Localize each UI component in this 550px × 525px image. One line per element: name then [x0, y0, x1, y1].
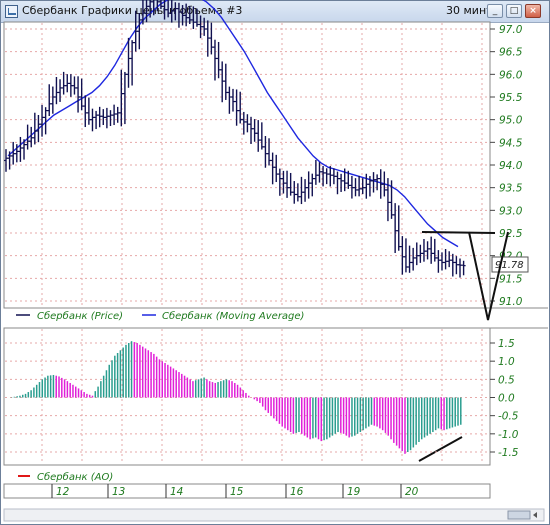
- day-label: 14: [170, 486, 183, 498]
- price-tick-label: 93.0: [499, 205, 523, 217]
- ao-tick-label: 1.5: [498, 338, 515, 350]
- ao-tick-label: -0.5: [498, 411, 519, 423]
- ao-tick-label: -1.5: [498, 447, 519, 459]
- ao-tick-label: 0.5: [498, 374, 515, 386]
- ao-tick-label: -1.0: [498, 429, 519, 441]
- price-tick-label: 91.5: [499, 273, 523, 285]
- day-label: 13: [112, 486, 125, 498]
- price-tick-label: 95.5: [499, 92, 523, 104]
- day-label: 15: [230, 486, 244, 498]
- day-label: 16: [290, 486, 304, 498]
- price-tick-label: 92.5: [499, 228, 523, 240]
- scrollbar-thumb[interactable]: [507, 510, 531, 520]
- drawn-horizontal-line[interactable]: [421, 231, 496, 234]
- price-tick-label: 91.0: [499, 296, 523, 308]
- ao-panel: [3, 327, 491, 466]
- day-label: 12: [56, 486, 70, 498]
- legend-price-label: Сбербанк (Price): [37, 310, 123, 322]
- price-tick-label: 94.0: [499, 160, 523, 172]
- price-tick-label: 95.0: [499, 115, 523, 127]
- legend-ma-label: Сбербанк (Moving Average): [162, 310, 304, 322]
- ao-tick-label: 0.0: [498, 393, 515, 405]
- ao-axis: 1.5 1.0 0.5 0.0 -0.5 -1.0 -1.5: [490, 338, 519, 459]
- ao-tick-label: 1.0: [498, 356, 515, 368]
- price-tick-label: 96.5: [499, 47, 523, 59]
- chart-canvas: 97.0 96.5 96.0 95.5 95.0 94.5 94.0 93.5 93.0 92.5…: [3, 0, 548, 522]
- price-tick-label: 96.0: [499, 69, 523, 81]
- day-label: 19: [347, 486, 361, 498]
- price-tick-label: 94.5: [499, 137, 523, 149]
- price-tick-label: 93.5: [499, 183, 523, 195]
- legend-ao-label: Сбербанк (AO): [37, 471, 113, 483]
- price-tick-label: 97.0: [499, 24, 523, 36]
- day-label: 20: [405, 486, 419, 498]
- horizontal-scrollbar[interactable]: [3, 508, 545, 522]
